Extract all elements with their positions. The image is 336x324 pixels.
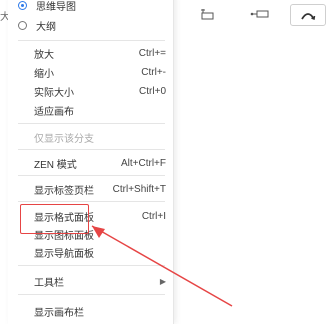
annotation-arrow-icon [91, 225, 233, 307]
